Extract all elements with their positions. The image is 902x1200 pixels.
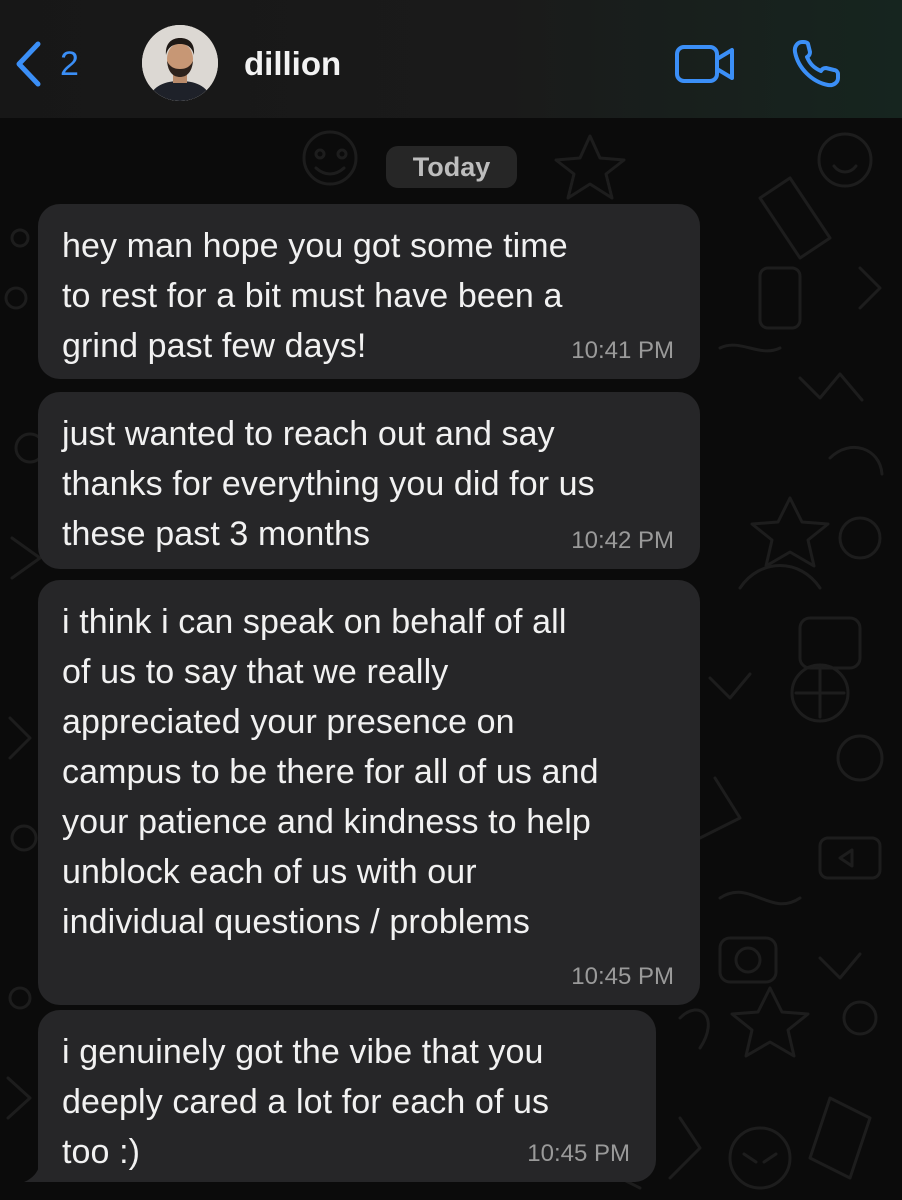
unread-chats-count: 2 [60, 45, 79, 83]
message-time: 10:42 PM [571, 527, 674, 554]
date-separator: Today [386, 146, 517, 188]
message-bubble[interactable]: just wanted to reach out and say thanks … [38, 392, 700, 569]
message-list[interactable]: Today hey man hope you got some time to … [0, 118, 902, 1200]
chevron-left-icon [16, 41, 41, 87]
message-bubble[interactable]: i genuinely got the vibe that you deeply… [24, 1010, 656, 1182]
message-text: i think i can speak on behalf of all of … [62, 603, 599, 941]
chat-header: 2 dillion [0, 0, 902, 118]
message-time: 10:45 PM [571, 963, 674, 990]
voice-call-button[interactable] [788, 36, 844, 92]
contact-name[interactable]: dillion [244, 42, 341, 86]
chat-screen: 2 dillion Today hey man hope you got som… [0, 0, 902, 1200]
message-time: 10:45 PM [527, 1140, 630, 1167]
bubble-tail [24, 1160, 44, 1182]
video-camera-icon [675, 45, 734, 83]
phone-icon [792, 40, 840, 88]
message-time: 10:41 PM [571, 337, 674, 364]
message-bubble[interactable]: i think i can speak on behalf of all of … [38, 580, 700, 1005]
back-button[interactable]: 2 [14, 36, 79, 92]
avatar[interactable] [142, 25, 218, 101]
message-bubble[interactable]: hey man hope you got some time to rest f… [38, 204, 700, 379]
video-call-button[interactable] [674, 38, 738, 90]
